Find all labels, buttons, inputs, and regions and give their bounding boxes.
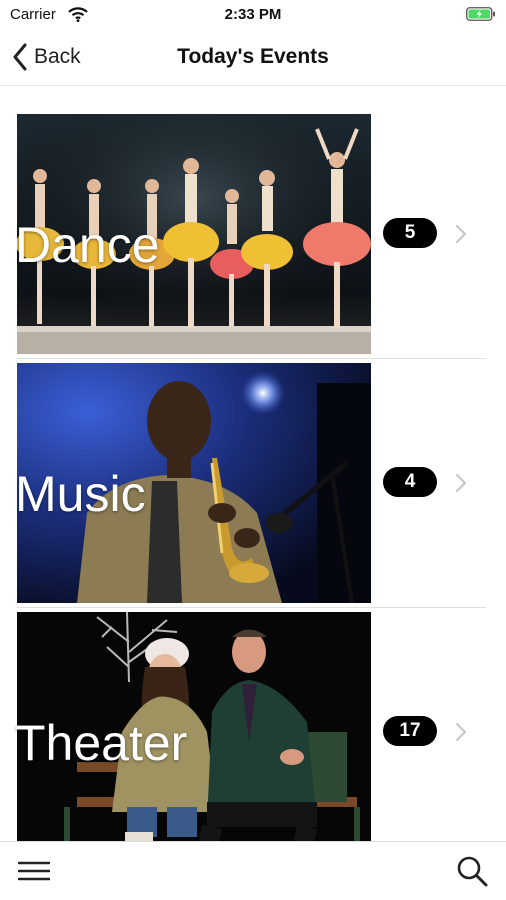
search-icon[interactable] xyxy=(456,855,488,887)
status-time: 2:33 PM xyxy=(224,6,282,23)
navigation-bar: Back Today's Events xyxy=(0,30,506,86)
hamburger-menu-icon[interactable] xyxy=(18,859,50,883)
chevron-right-icon xyxy=(455,473,467,493)
event-count-badge: 4 xyxy=(383,467,437,497)
event-count-badge: 5 xyxy=(383,218,437,248)
bottom-toolbar xyxy=(0,841,506,900)
event-count-badge: 17 xyxy=(383,716,437,746)
battery-charging-icon xyxy=(466,7,495,21)
status-bar: Carrier 2:33 PM xyxy=(0,0,506,30)
list-item-music[interactable]: Music 4 xyxy=(0,359,506,608)
event-category-list: Dance 5 Music 4 Theater 17 xyxy=(0,110,506,841)
chevron-right-icon xyxy=(455,722,467,742)
category-label: Theater xyxy=(15,715,188,771)
list-item-dance[interactable]: Dance 5 xyxy=(0,110,506,359)
chevron-right-icon xyxy=(455,224,467,244)
category-label: Dance xyxy=(15,217,160,273)
page-title: Today's Events xyxy=(177,45,329,68)
category-label: Music xyxy=(15,466,146,522)
list-item-theater[interactable]: Theater 17 xyxy=(0,608,506,841)
